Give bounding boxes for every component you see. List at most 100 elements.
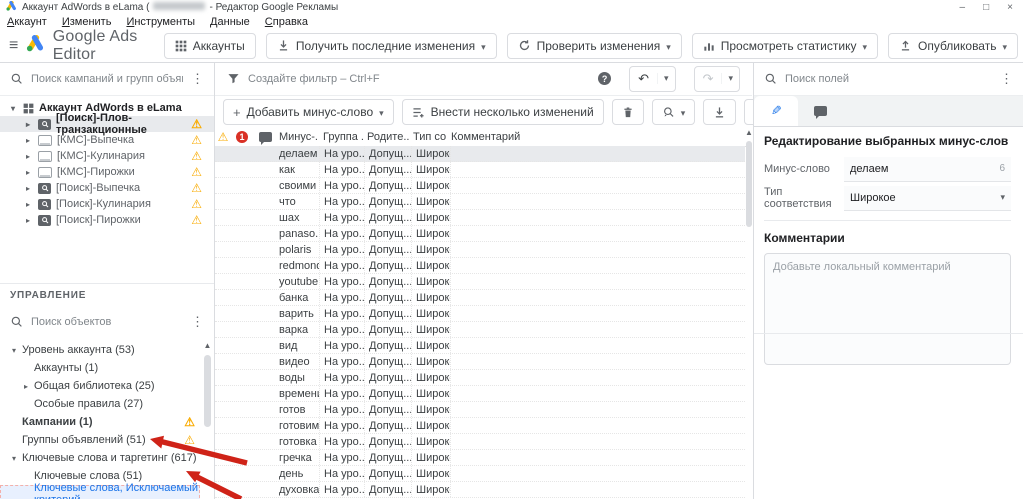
expander-closed-icon[interactable]: ▸ [23, 152, 33, 161]
table-row[interactable]: polaris На уро...Допущ...Широкое [215, 242, 745, 258]
expander-closed-icon[interactable]: ▸ [23, 216, 33, 225]
publish-button[interactable]: Опубликовать [888, 32, 1018, 59]
sidebar-tree-item[interactable]: ▸ Общая библиотека (25) [0, 377, 200, 395]
campaign-node[interactable]: ▸ [Поиск]-Пирожки [0, 212, 214, 228]
campaign-node[interactable]: ▸ [Поиск]-Выпечка [0, 180, 214, 196]
table-header[interactable]: 1 Минус-... Группа ... Родите... Тип со.… [215, 128, 752, 147]
table-row[interactable]: как На уро...Допущ...Широкое [215, 162, 745, 178]
bulk-edit-button[interactable]: Внести несколько изменений [401, 99, 604, 125]
table-row[interactable]: готов На уро...Допущ...Широкое [215, 402, 745, 418]
table-row[interactable]: банка На уро...Допущ...Широкое [215, 290, 745, 306]
sidebar-scrollbar[interactable]: ▲ [203, 341, 212, 497]
match-type-select[interactable]: Широкое [844, 185, 1011, 211]
table-row[interactable]: варить На уро...Допущ...Широкое [215, 306, 745, 322]
expander-open-icon[interactable]: ▾ [9, 346, 19, 355]
chevron-down-icon[interactable] [481, 39, 486, 53]
chevron-down-icon[interactable] [681, 105, 686, 119]
table-row[interactable]: готовкаНа уро...Допущ...Широкое [215, 434, 745, 450]
help-icon[interactable]: ? [598, 72, 612, 85]
comment-column-icon[interactable] [253, 132, 277, 145]
expander-closed-icon[interactable]: ▸ [21, 382, 31, 391]
table-row[interactable]: шах На уро...Допущ...Широкое [215, 210, 745, 226]
scrollbar-thumb[interactable] [745, 141, 752, 227]
column-header-negative[interactable]: Минус-... [277, 131, 319, 143]
sidebar-tree-item[interactable]: Особые правила (27) [0, 395, 200, 413]
tab-edit[interactable] [754, 96, 798, 126]
campaign-node[interactable]: ▸ [Поиск]-Плов-транзакционные [0, 112, 214, 136]
table-row[interactable]: youtubeНа уро...Допущ...Широкое [215, 274, 745, 290]
chevron-down-icon[interactable] [666, 39, 671, 53]
maximize-button[interactable]: □ [983, 2, 989, 13]
hamburger-menu-icon[interactable]: ≡ [9, 37, 26, 55]
table-row[interactable]: времениНа уро...Допущ...Широкое [215, 386, 745, 402]
column-header-match[interactable]: Тип со... [409, 131, 447, 143]
add-negative-keyword-button[interactable]: + Добавить минус-слово [223, 99, 394, 125]
undo-button[interactable] [629, 65, 676, 92]
table-row[interactable]: вид На уро...Допущ...Широкое [215, 338, 745, 354]
comment-textarea[interactable]: Добавьте локальный комментарий [764, 253, 1011, 365]
expander-closed-icon[interactable]: ▸ [23, 200, 33, 209]
tab-comments[interactable] [798, 96, 842, 126]
table-row[interactable]: гречка На уро...Допущ...Широкое [215, 450, 745, 466]
table-row[interactable]: своимиНа уро...Допущ...Широкое [215, 178, 745, 194]
table-row[interactable]: redmondНа уро...Допущ...Широкое [215, 258, 745, 274]
column-header-parent[interactable]: Родите... [363, 131, 409, 143]
campaign-node[interactable]: ▸ [КМС]-Пирожки [0, 164, 214, 180]
menu-item-3[interactable]: Инструменты [126, 16, 195, 28]
menu-item-5[interactable]: Справка [265, 16, 308, 28]
chevron-down-icon[interactable] [379, 105, 384, 119]
warning-column-icon[interactable] [215, 131, 231, 143]
delete-button[interactable] [611, 99, 644, 125]
sidebar-tree-item[interactable]: ▾ Уровень аккаунта (53) [0, 341, 200, 359]
fields-search[interactable]: Поиск полей [754, 62, 1023, 96]
table-row[interactable]: готовимНа уро...Допущ...Широкое [215, 418, 745, 434]
table-row[interactable]: духовкаНа уро...Допущ...Широкое [215, 482, 745, 498]
filter-bar[interactable]: Создайте фильтр – Ctrl+F ? [215, 62, 752, 96]
sidebar-tree-item[interactable]: Группы объявлений (51) [0, 431, 200, 449]
menu-item-4[interactable]: Данные [210, 16, 250, 28]
table-row[interactable]: делаемНа уро...Допущ...Широкое [215, 146, 745, 162]
chevron-down-icon[interactable] [862, 39, 867, 53]
scrollbar-thumb[interactable] [204, 355, 211, 427]
chevron-down-icon[interactable] [1000, 192, 1005, 203]
check-changes-button[interactable]: Проверить изменения [506, 32, 682, 59]
scroll-up-icon[interactable]: ▲ [203, 341, 212, 353]
table-row[interactable]: panaso...На уро...Допущ...Широкое [215, 226, 745, 242]
column-header-comment[interactable]: Комментарий [447, 131, 744, 143]
sidebar-tree-item[interactable]: Кампании (1) [0, 413, 200, 431]
column-header-group[interactable]: Группа ... [319, 131, 363, 143]
chevron-down-icon[interactable] [1002, 39, 1007, 53]
minimize-button[interactable]: – [960, 2, 966, 13]
error-column-icon[interactable]: 1 [231, 131, 253, 143]
expander-closed-icon[interactable]: ▸ [23, 136, 33, 145]
campaign-node[interactable]: ▸ [Поиск]-Кулинария [0, 196, 214, 212]
sidebar-tree-item[interactable]: ▾ Ключевые слова и таргетинг (617) [0, 449, 200, 467]
expander-closed-icon[interactable]: ▸ [23, 168, 33, 177]
expander-open-icon[interactable]: ▾ [9, 454, 19, 463]
more-options-icon[interactable] [191, 314, 204, 330]
chevron-down-icon[interactable] [657, 73, 675, 84]
scroll-up-icon[interactable]: ▲ [745, 128, 753, 140]
accounts-button[interactable]: Аккаунты [163, 32, 256, 59]
more-options-icon[interactable] [1000, 71, 1013, 87]
sidebar-tree-item[interactable]: Аккаунты (1) [0, 359, 200, 377]
negative-keyword-input[interactable]: делаем 6 [844, 156, 1011, 182]
menu-item-1[interactable]: Аккаунт [7, 16, 47, 28]
table-scrollbar[interactable]: ▲ [745, 128, 753, 499]
table-row[interactable]: воды На уро...Допущ...Широкое [215, 370, 745, 386]
expander-open-icon[interactable]: ▾ [8, 104, 18, 113]
table-row[interactable]: варка На уро...Допущ...Широкое [215, 322, 745, 338]
campaign-node[interactable]: ▸ [КМС]-Кулинария [0, 148, 214, 164]
table-row[interactable]: видео На уро...Допущ...Широкое [215, 354, 745, 370]
get-recent-changes-button[interactable]: Получить последние изменения [265, 32, 497, 59]
close-button[interactable]: × [1007, 2, 1013, 13]
objects-search[interactable]: Поиск объектов [0, 305, 214, 338]
table-row[interactable]: день На уро...Допущ...Широкое [215, 466, 745, 482]
view-statistics-button[interactable]: Просмотреть статистику [691, 32, 878, 59]
expander-closed-icon[interactable]: ▸ [23, 120, 33, 129]
redo-button[interactable] [693, 65, 740, 92]
find-replace-button[interactable] [651, 99, 696, 125]
more-options-icon[interactable] [191, 71, 204, 87]
campaign-search[interactable]: Поиск кампаний и групп объявлений [0, 62, 214, 96]
expander-closed-icon[interactable]: ▸ [23, 184, 33, 193]
